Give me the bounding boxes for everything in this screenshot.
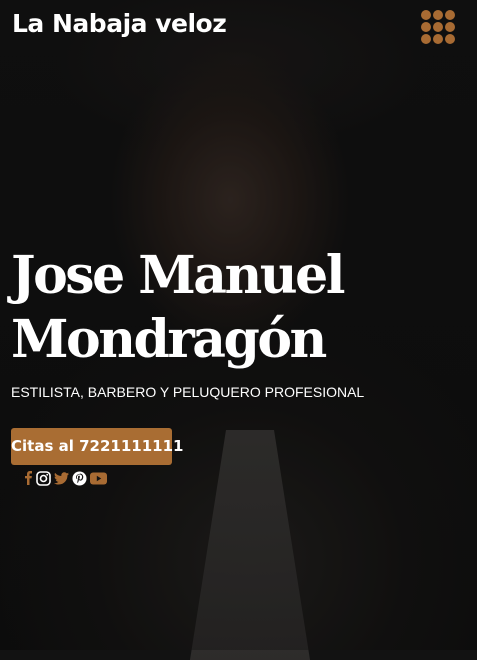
twitter-icon[interactable] [54, 470, 69, 486]
menu-dot [445, 34, 455, 44]
menu-dot [421, 22, 431, 32]
youtube-icon[interactable] [90, 470, 107, 486]
social-links [24, 470, 107, 486]
hero-tagline: ESTILISTA, BARBERO Y PELUQUERO PROFESION… [11, 384, 365, 400]
instagram-icon[interactable] [36, 470, 51, 486]
hero-title-line-2: Mondragón [11, 309, 327, 370]
menu-dot [433, 10, 443, 20]
menu-dot [421, 10, 431, 20]
facebook-icon[interactable] [24, 470, 33, 486]
menu-dot [421, 34, 431, 44]
appointment-button[interactable]: Citas al 7221111111 [11, 428, 183, 465]
hero-title-line-1: Jose Manuel [11, 245, 345, 306]
pinterest-icon[interactable] [72, 470, 87, 486]
grid-menu-icon[interactable] [421, 10, 457, 46]
site-logo-text[interactable]: La Nabaja veloz [12, 9, 227, 38]
menu-dot [433, 34, 443, 44]
hero-title: Jose Manuel Mondragón [11, 244, 431, 372]
menu-dot [433, 22, 443, 32]
menu-dot [445, 10, 455, 20]
menu-dot [445, 22, 455, 32]
